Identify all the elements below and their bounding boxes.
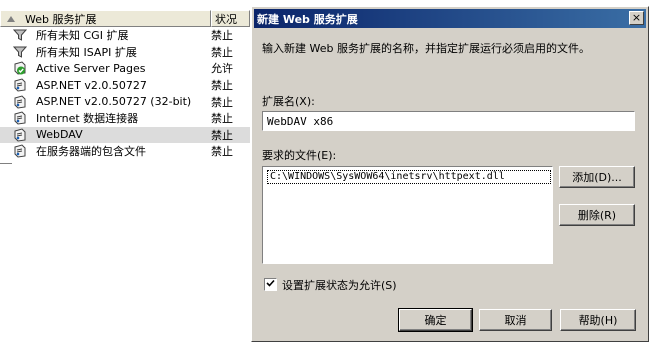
extension-row[interactable]: Internet 数据连接器 禁止 [0,110,250,127]
column-header-status[interactable]: 状况 [211,10,250,27]
column-header-name[interactable]: Web 服务扩展 [0,10,211,27]
extension-status: 禁止 [211,29,233,43]
extension-row[interactable]: Active Server Pages 允许 [0,60,250,77]
extension-name: ASP.NET v2.0.50727 [36,78,147,92]
required-file-item[interactable]: C:\WINDOWS\SysWOW64\inetsrv\httpext.dll [267,170,551,184]
dialog-title: 新建 Web 服务扩展 [257,12,358,26]
extension-name: WebDAV [36,128,83,142]
extension-name: 在服务器端的包含文件 [36,145,146,159]
extension-name: Active Server Pages [36,61,146,75]
extension-icon [13,78,29,92]
sort-arrow-icon [7,15,15,22]
checkmark-icon [266,278,275,291]
dialog-intro-text: 输入新建 Web 服务扩展的名称，并指定扩展运行必须启用的文件。 [262,42,590,55]
filter-icon [12,28,29,42]
extension-status: 禁止 [211,112,233,126]
web-service-extension-list: Web 服务扩展 状况 所有未知 CGI 扩展 禁止 所有未知 ISAPI 扩展 禁止… [0,0,250,344]
extension-name: ASP.NET v2.0.50727 (32-bit) [36,95,192,109]
extension-name-input[interactable] [262,111,635,131]
required-files-label: 要求的文件(E): [262,149,337,162]
filter-icon [12,45,29,59]
extension-row[interactable]: 所有未知 ISAPI 扩展 禁止 [0,44,250,61]
extension-row[interactable]: 所有未知 CGI 扩展 禁止 [0,27,250,44]
extension-status: 禁止 [211,45,233,59]
add-button[interactable]: 添加(D)... [559,166,635,188]
close-icon: × [631,11,642,24]
extension-status: 允许 [211,62,233,76]
extension-status: 禁止 [211,79,233,93]
extension-row[interactable]: 在服务器端的包含文件 禁止 [0,143,250,160]
allow-status-checkbox[interactable] [264,278,277,291]
dialog-titlebar[interactable]: 新建 Web 服务扩展 × [254,9,646,28]
extension-status: 禁止 [211,95,233,109]
close-button[interactable]: × [629,11,644,25]
extension-status: 禁止 [211,145,233,159]
extension-status: 禁止 [211,128,233,142]
extension-name: Internet 数据连接器 [36,112,139,126]
extension-name: 所有未知 ISAPI 扩展 [36,45,137,59]
divider [0,163,12,164]
extension-icon [13,128,29,142]
remove-button[interactable]: 删除(R) [559,204,635,226]
extension-icon [13,111,29,125]
extension-row[interactable]: ASP.NET v2.0.50727 (32-bit) 禁止 [0,93,250,110]
allowed-extension-icon [13,61,29,76]
column-header-name-label: Web 服务扩展 [25,12,97,26]
extension-rows: 所有未知 CGI 扩展 禁止 所有未知 ISAPI 扩展 禁止 Active Serve… [0,27,250,160]
extension-name: 所有未知 CGI 扩展 [36,29,129,43]
allow-status-checkbox-label[interactable]: 设置扩展状态为允许(S) [282,277,397,293]
extension-icon [13,95,29,109]
extension-row[interactable]: WebDAV 禁止 [0,126,250,144]
extension-name-label: 扩展名(X): [262,95,315,108]
help-button[interactable]: 帮助(H) [560,309,636,331]
new-web-service-extension-dialog: 新建 Web 服务扩展 × 输入新建 Web 服务扩展的名称，并指定扩展运行必须… [251,6,649,342]
extension-icon [13,144,29,158]
extension-row[interactable]: ASP.NET v2.0.50727 禁止 [0,77,250,94]
required-files-list[interactable]: C:\WINDOWS\SysWOW64\inetsrv\httpext.dll [262,166,553,264]
cancel-button[interactable]: 取消 [479,309,552,331]
list-header: Web 服务扩展 状况 [0,10,250,27]
column-header-status-label: 状况 [215,12,237,26]
ok-button[interactable]: 确定 [398,308,473,332]
